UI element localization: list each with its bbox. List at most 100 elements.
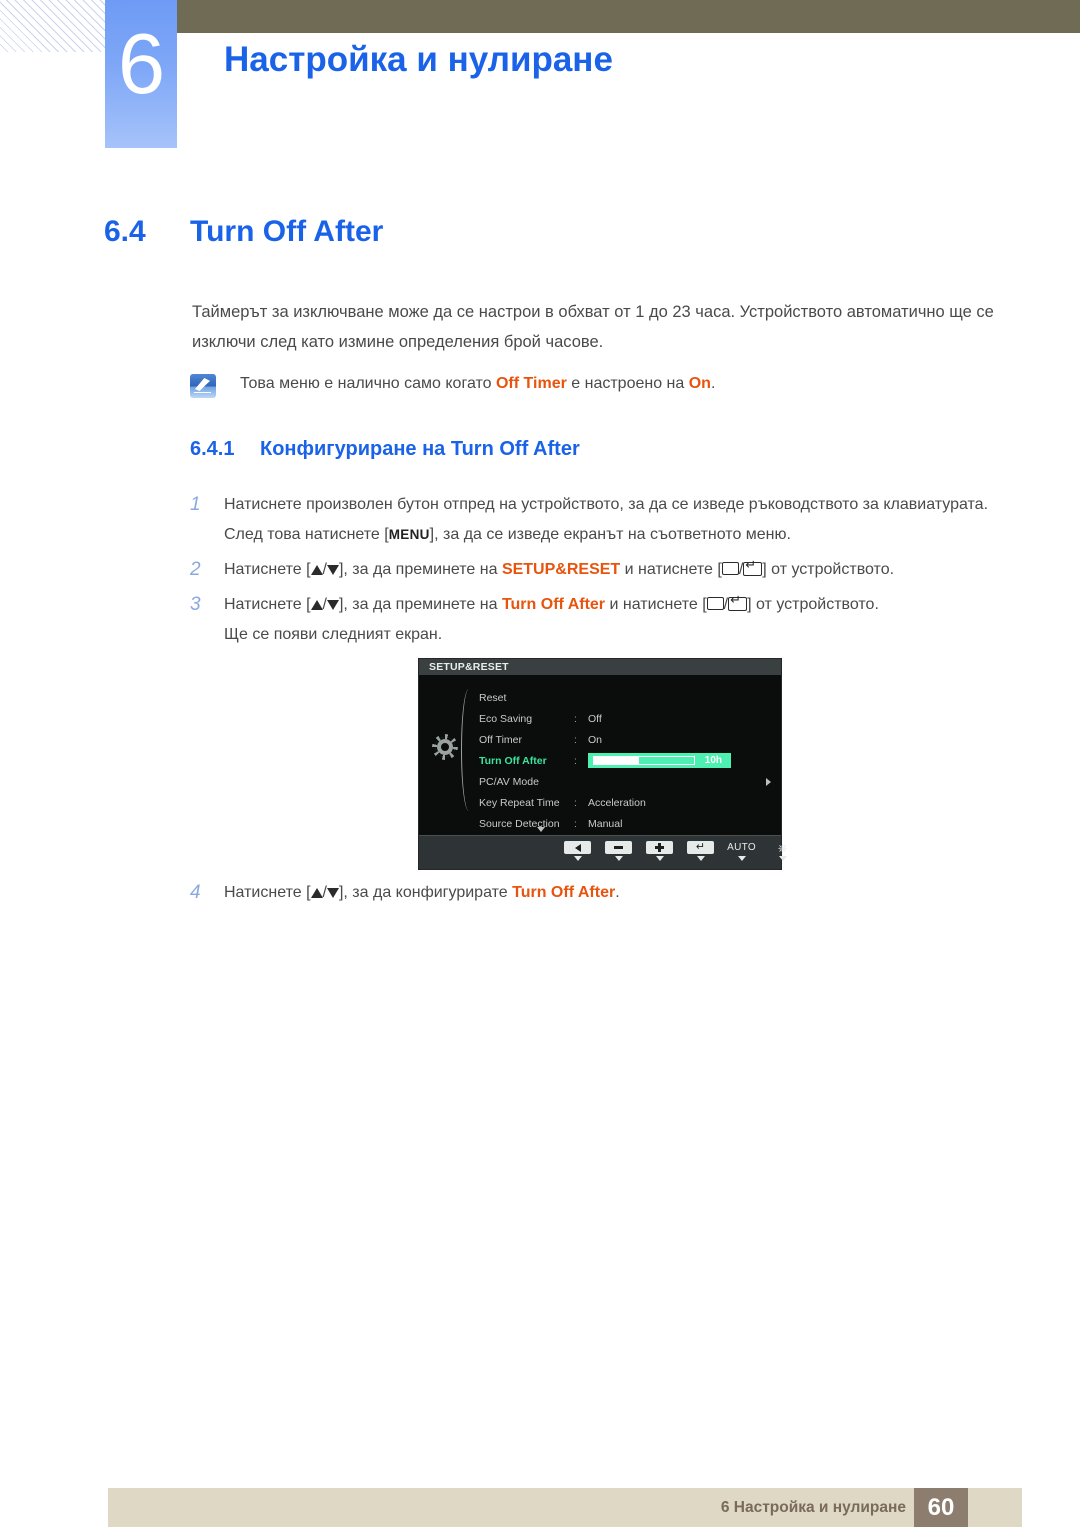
osd-value: On — [588, 733, 603, 746]
step-number: 3 — [190, 594, 201, 615]
turn-off-after-slider[interactable]: 10h — [588, 753, 731, 768]
osd-label: Turn Off After — [479, 754, 547, 767]
down-arrow-icon — [326, 600, 339, 610]
caret-down-icon — [737, 856, 746, 861]
subsection-title-text: Конфигуриране на Turn Off After — [260, 438, 580, 460]
osd-power-button[interactable]: ⎈ — [769, 841, 796, 861]
subsection-title: 6.4.1 Конфигуриране на Turn Off After — [190, 438, 580, 461]
step-number: 1 — [190, 494, 201, 515]
page-number: 60 — [914, 1488, 968, 1527]
osd-row-off-timer[interactable]: Off Timer : On — [479, 729, 779, 750]
caret-down-icon — [696, 856, 705, 861]
up-arrow-icon — [310, 600, 323, 610]
menu-key-label: MENU — [388, 527, 430, 542]
step3-part2: ], за да преминете на — [338, 596, 502, 613]
chapter-title: Настройка и нулиране — [224, 40, 613, 79]
step2-part2: ], за да преминете на — [338, 561, 502, 578]
caret-down-icon — [778, 856, 787, 861]
step-item: 1 Натиснете произволен бутон отпред на у… — [190, 490, 1012, 550]
osd-colon: : — [574, 796, 577, 809]
power-icon: ⎈ — [777, 840, 788, 855]
osd-title: SETUP&RESET — [429, 661, 509, 673]
osd-row-reset[interactable]: Reset — [479, 687, 779, 708]
osd-label: Source Detection — [479, 817, 560, 830]
osd-row-key-repeat-time[interactable]: Key Repeat Time : Acceleration — [479, 792, 779, 813]
section-title-text: Turn Off After — [190, 215, 384, 248]
osd-label: Eco Saving — [479, 712, 533, 725]
page-footer-bar: 6 Настройка и нулиране 60 — [108, 1488, 1022, 1527]
osd-value: Acceleration — [588, 796, 646, 809]
step-text: Натиснете [/], за да преминете на SETUP&… — [224, 555, 894, 585]
minus-icon — [614, 846, 623, 849]
source-button-icon — [721, 562, 739, 575]
step-text: Натиснете [/], за да преминете на Turn O… — [224, 590, 879, 650]
step-number: 2 — [190, 559, 201, 580]
source-button-icon — [706, 597, 724, 610]
osd-brace-decoration — [461, 689, 474, 811]
osd-titlebar: SETUP&RESET — [419, 659, 781, 675]
chevron-right-icon — [766, 777, 771, 786]
osd-label: Reset — [479, 691, 507, 704]
osd-row-pc-av-mode[interactable]: PC/AV Mode — [479, 771, 779, 792]
note-text-before: Това меню е налично само когато — [240, 375, 496, 392]
plus-icon — [655, 843, 664, 852]
enter-button-icon — [743, 558, 763, 576]
up-arrow-icon — [310, 565, 323, 575]
osd-plus-button[interactable] — [646, 841, 673, 861]
osd-label: Off Timer — [479, 733, 522, 746]
osd-row-eco-saving[interactable]: Eco Saving : Off — [479, 708, 779, 729]
down-arrow-icon — [326, 888, 339, 898]
note-highlight-on: On — [688, 375, 711, 392]
note-text-after: . — [710, 375, 716, 392]
osd-colon: : — [574, 733, 577, 746]
osd-colon: : — [574, 754, 577, 767]
osd-back-button[interactable] — [564, 841, 591, 861]
note-callout: Това меню е налично само когато Off Time… — [190, 373, 1000, 398]
note-text-middle: е настроено на — [566, 375, 689, 392]
step4-part1: Натиснете [ — [224, 884, 311, 901]
osd-value: Off — [588, 712, 602, 725]
steps-list: 1 Натиснете произволен бутон отпред на у… — [190, 490, 1012, 655]
osd-label: PC/AV Mode — [479, 775, 539, 788]
osd-enter-button[interactable]: ↵ — [687, 841, 714, 861]
subsection-number: 6.4.1 — [190, 438, 235, 460]
enter-icon: ↵ — [695, 841, 706, 853]
osd-colon: : — [574, 712, 577, 725]
section-number: 6.4 — [104, 215, 146, 248]
osd-auto-label: AUTO — [727, 842, 756, 853]
osd-rows: Reset Eco Saving : Off Off Timer : On Tu… — [479, 687, 779, 834]
osd-row-source-detection[interactable]: Source Detection : Manual — [479, 813, 779, 834]
step-number: 4 — [190, 882, 201, 903]
step2-part3: и натиснете [ — [620, 561, 722, 578]
decorative-hatch-pattern — [0, 0, 112, 52]
step-text: Натиснете [/], за да конфигурирате Turn … — [224, 878, 620, 908]
osd-menu-screenshot: SETUP&RESET Reset Eco Saving : Off Off T… — [418, 658, 787, 870]
step3-part4: ] от устройството. — [747, 596, 879, 613]
osd-row-turn-off-after[interactable]: Turn Off After : 10h — [479, 750, 779, 771]
chapter-number-badge: 6 — [105, 0, 177, 148]
step1-part2: ], за да се изведе екранът на съответнот… — [429, 526, 791, 543]
osd-auto-button[interactable]: AUTO — [727, 841, 756, 861]
caret-down-icon — [655, 856, 664, 861]
intro-paragraph: Таймерът за изключване може да се настро… — [192, 303, 994, 351]
osd-colon: : — [574, 817, 577, 830]
step4-part2: ], за да конфигурирате — [338, 884, 513, 901]
step2-part1: Натиснете [ — [224, 561, 311, 578]
gear-icon — [435, 737, 455, 757]
step3-part3: и натиснете [ — [605, 596, 707, 613]
osd-label: Key Repeat Time — [479, 796, 560, 809]
step3-part5: Ще се появи следният екран. — [224, 626, 443, 643]
down-arrow-icon — [326, 565, 339, 575]
note-quill-icon — [190, 374, 216, 398]
osd-minus-button[interactable] — [605, 841, 632, 861]
osd-body: Reset Eco Saving : Off Off Timer : On Tu… — [419, 675, 781, 835]
osd-value: Manual — [588, 817, 623, 830]
up-arrow-icon — [310, 888, 323, 898]
step-item: 4 Натиснете [/], за да конфигурирате Tur… — [190, 878, 1012, 908]
step2-accent-setup-reset: SETUP&RESET — [501, 561, 621, 578]
caret-down-icon — [614, 856, 623, 861]
chevron-down-icon[interactable] — [537, 827, 545, 832]
caret-down-icon — [573, 856, 582, 861]
left-triangle-icon — [574, 843, 581, 852]
step-item: 2 Натиснете [/], за да преминете на SETU… — [190, 555, 1012, 585]
